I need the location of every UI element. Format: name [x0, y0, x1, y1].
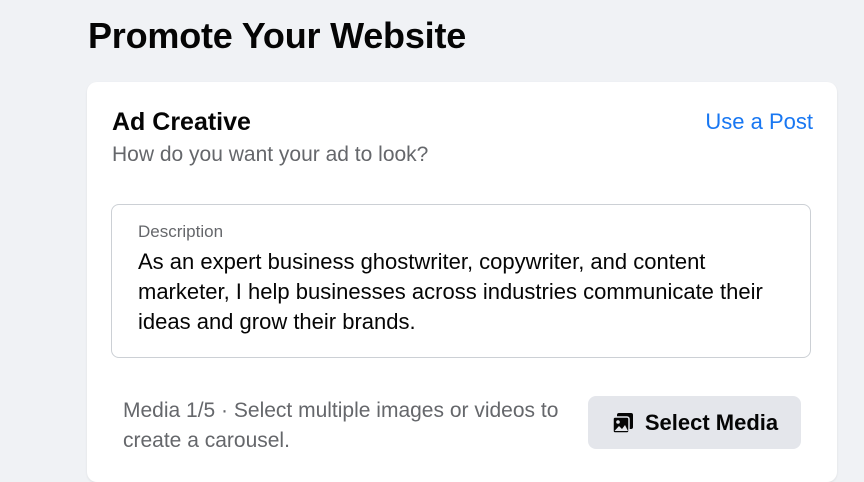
ad-creative-title: Ad Creative — [112, 108, 251, 136]
media-hint-text: Media 1/5 · Select multiple images or vi… — [123, 399, 559, 452]
description-value[interactable]: As an expert business ghostwriter, copyw… — [138, 247, 778, 337]
photos-icon — [611, 411, 635, 435]
description-field[interactable]: Description As an expert business ghostw… — [111, 204, 811, 358]
ad-creative-card: Ad Creative Use a Post How do you want y… — [87, 82, 837, 482]
select-media-button[interactable]: Select Media — [588, 396, 801, 449]
description-label: Description — [138, 222, 224, 241]
use-a-post-link[interactable]: Use a Post — [705, 107, 813, 137]
page-title: Promote Your Website — [88, 15, 467, 56]
select-media-label: Select Media — [644, 409, 779, 435]
ad-creative-subtitle: How do you want your ad to look? — [112, 143, 429, 166]
